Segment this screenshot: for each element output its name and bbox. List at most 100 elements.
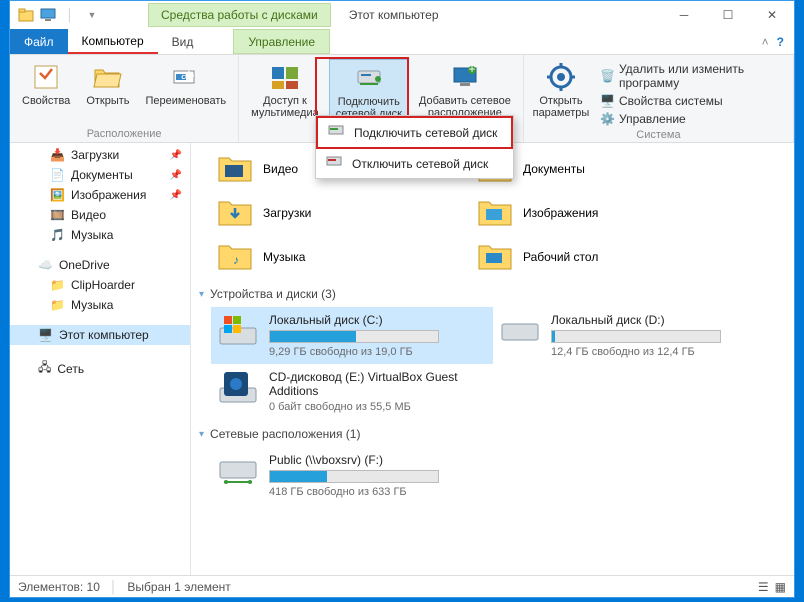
sidebar-item-cliphoarder[interactable]: 📁ClipHoarder xyxy=(10,275,190,295)
desktop-folder-icon xyxy=(477,239,513,275)
hdd-icon xyxy=(499,313,541,349)
svg-text:ab: ab xyxy=(181,68,195,82)
folder-downloads[interactable]: Загрузки xyxy=(211,191,471,235)
folder-icon: 📁 xyxy=(50,278,65,292)
cd-drive-icon xyxy=(217,370,259,406)
network-drive-icon xyxy=(217,453,259,489)
window-title: Этот компьютер xyxy=(349,8,439,22)
close-button[interactable]: ✕ xyxy=(750,1,794,29)
tab-file[interactable]: Файл xyxy=(10,29,68,54)
group-label-system: Система xyxy=(636,129,680,141)
svg-text:+: + xyxy=(468,64,475,76)
quick-access-toolbar: │ ▼ xyxy=(10,7,108,23)
pictures-folder-icon xyxy=(477,195,513,231)
view-large-icon[interactable]: ▦ xyxy=(775,580,786,594)
view-details-icon[interactable]: ☰ xyxy=(758,580,769,594)
contextual-tab-title: Средства работы с дисками xyxy=(148,3,331,27)
network-drive-icon xyxy=(353,62,385,94)
sidebar-item-music2[interactable]: 📁Музыка xyxy=(10,295,190,315)
minimize-button[interactable]: ─ xyxy=(662,1,706,29)
folder-music[interactable]: ♪Музыка xyxy=(211,235,471,279)
chevron-down-icon: ▾ xyxy=(199,289,204,300)
drive-f-progress xyxy=(269,470,439,483)
help-icon[interactable]: ? xyxy=(777,35,784,49)
maximize-button[interactable]: ☐ xyxy=(706,1,750,29)
properties-icon xyxy=(30,61,62,93)
ribbon-expand-icon[interactable]: ˄ xyxy=(762,35,769,49)
content-area: Видео Документы Загрузки Изображения ♪Му… xyxy=(191,143,794,575)
pin-icon: 📌 xyxy=(170,150,182,161)
dropdown-disconnect-drive[interactable]: Отключить сетевой диск xyxy=(316,149,513,178)
qat-dropdown-icon[interactable]: ▼ xyxy=(84,7,100,23)
videos-folder-icon xyxy=(217,151,253,187)
body: 📥Загрузки📌 📄Документы📌 🖼️Изображения📌 🎞️… xyxy=(10,143,794,575)
computer-small-icon: 🖥️ xyxy=(600,94,615,108)
sidebar-item-onedrive[interactable]: ☁️OneDrive xyxy=(10,255,190,275)
menu-tabs: Файл Компьютер Вид Управление ˄ ? xyxy=(10,29,794,55)
netloc-grid: Public (\\vboxsrv) (F:)418 ГБ свободно и… xyxy=(211,447,786,504)
computer-icon: 🖥️ xyxy=(38,328,53,342)
rename-icon: ab xyxy=(170,61,202,93)
status-divider: │ xyxy=(110,580,118,594)
network-icon: 🖧 xyxy=(38,358,51,379)
manage-icon: ⚙️ xyxy=(600,112,615,126)
drive-f[interactable]: Public (\\vboxsrv) (F:)418 ГБ свободно и… xyxy=(211,447,493,504)
ribbon-group-location: Свойства Открыть ab Переименовать Распол… xyxy=(10,55,239,142)
system-properties-button[interactable]: 🖥️Свойства системы xyxy=(596,93,787,109)
drives-grid: Локальный диск (C:)9,29 ГБ свободно из 1… xyxy=(211,307,786,419)
folder-icon: 📁 xyxy=(50,298,65,312)
titlebar: │ ▼ Средства работы с дисками Этот компь… xyxy=(10,1,794,29)
drive-c-progress xyxy=(269,330,439,343)
drive-e[interactable]: CD-дисковод (E:) VirtualBox Guest Additi… xyxy=(211,364,493,419)
drive-d[interactable]: Локальный диск (D:)12,4 ГБ свободно из 1… xyxy=(493,307,775,364)
uninstall-button[interactable]: 🗑️Удалить или изменить программу xyxy=(596,61,787,91)
sidebar-item-pictures[interactable]: 🖼️Изображения📌 xyxy=(10,185,190,205)
pin-icon: 📌 xyxy=(170,190,182,201)
drive-d-progress xyxy=(551,330,721,343)
documents-icon: 📄 xyxy=(50,168,65,182)
section-netloc[interactable]: ▾Сетевые расположения (1) xyxy=(199,427,786,441)
open-button[interactable]: Открыть xyxy=(80,59,135,126)
folder-desktop[interactable]: Рабочий стол xyxy=(471,235,731,279)
sidebar-item-network[interactable]: 🖧Сеть xyxy=(10,355,190,382)
status-item-count: Элементов: 10 xyxy=(18,580,100,594)
drive-c[interactable]: Локальный диск (C:)9,29 ГБ свободно из 1… xyxy=(211,307,493,364)
gear-icon xyxy=(545,61,577,93)
chevron-down-icon: ▾ xyxy=(199,429,204,440)
rename-button[interactable]: ab Переименовать xyxy=(140,59,233,126)
ribbon-group-system: Открыть параметры 🗑️Удалить или изменить… xyxy=(524,55,794,142)
drive-disconnect-icon xyxy=(326,155,344,172)
explorer-icon xyxy=(18,7,34,23)
sidebar-item-thispc[interactable]: 🖥️Этот компьютер xyxy=(10,325,190,345)
tab-computer[interactable]: Компьютер xyxy=(68,29,158,54)
network-monitor-icon: + xyxy=(449,61,481,93)
tab-manage[interactable]: Управление xyxy=(233,29,330,54)
svg-text:♪: ♪ xyxy=(233,253,239,267)
sidebar-item-downloads[interactable]: 📥Загрузки📌 xyxy=(10,145,190,165)
manage-button[interactable]: ⚙️Управление xyxy=(596,111,787,127)
properties-button[interactable]: Свойства xyxy=(16,59,76,126)
sidebar: 📥Загрузки📌 📄Документы📌 🖼️Изображения📌 🎞️… xyxy=(10,143,191,575)
tab-view[interactable]: Вид xyxy=(158,29,208,54)
drive-connect-icon xyxy=(328,124,346,141)
uninstall-icon: 🗑️ xyxy=(600,69,615,83)
section-devices[interactable]: ▾Устройства и диски (3) xyxy=(199,287,786,301)
downloads-folder-icon xyxy=(217,195,253,231)
sidebar-item-music[interactable]: 🎵Музыка xyxy=(10,225,190,245)
sidebar-item-videos[interactable]: 🎞️Видео xyxy=(10,205,190,225)
dropdown-connect-drive[interactable]: Подключить сетевой диск xyxy=(316,116,513,149)
group-label-location: Расположение xyxy=(87,128,162,140)
pin-icon: 📌 xyxy=(170,170,182,181)
computer-icon xyxy=(40,7,56,23)
sidebar-item-documents[interactable]: 📄Документы📌 xyxy=(10,165,190,185)
window-controls: ─ ☐ ✕ xyxy=(662,1,794,29)
qat-separator: │ xyxy=(62,7,78,23)
statusbar: Элементов: 10 │ Выбран 1 элемент ☰ ▦ xyxy=(10,575,794,597)
open-settings-button[interactable]: Открыть параметры xyxy=(530,59,592,121)
open-folder-icon xyxy=(92,61,124,93)
music-folder-icon: ♪ xyxy=(217,239,253,275)
folder-pictures[interactable]: Изображения xyxy=(471,191,731,235)
media-access-button[interactable]: Доступ к мультимедиа xyxy=(245,59,325,126)
downloads-icon: 📥 xyxy=(50,148,65,162)
pictures-icon: 🖼️ xyxy=(50,188,65,202)
